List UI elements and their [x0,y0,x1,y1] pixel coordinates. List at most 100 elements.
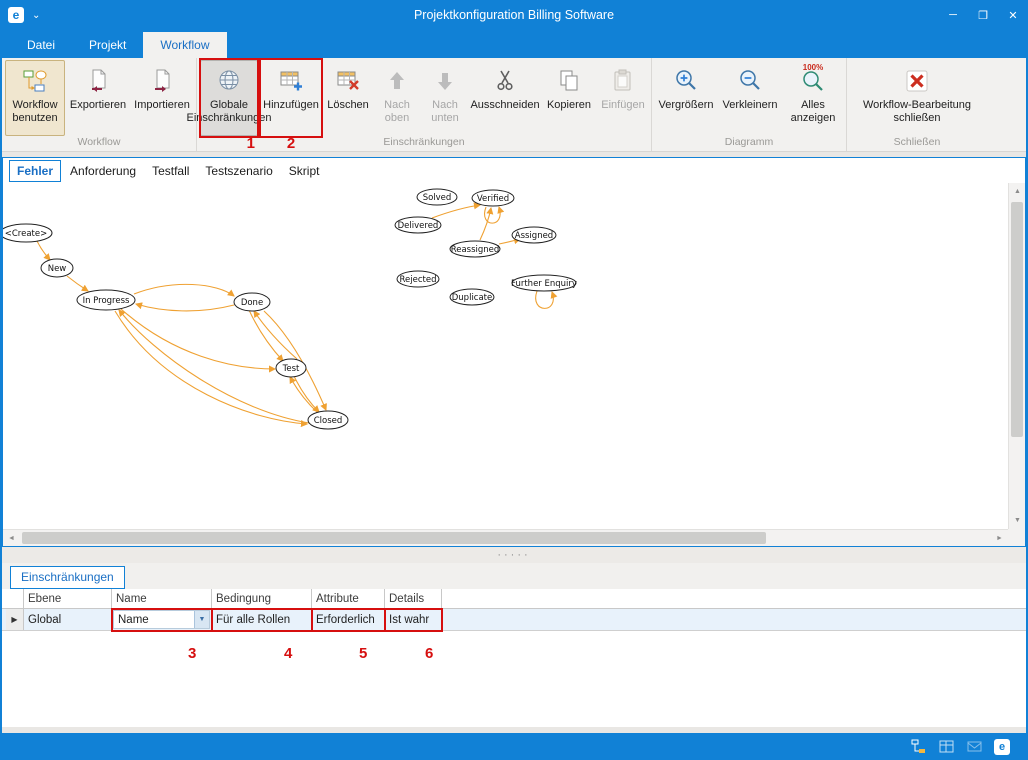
zoom-out-label: Verkleinern [722,99,777,112]
grid-header-name[interactable]: Name [112,589,212,608]
zoom-out-icon [737,65,763,97]
diagram-edge-create-to-new [37,241,50,260]
use-workflow-button[interactable]: Workflow benutzen [5,60,65,136]
scroll-left-icon[interactable]: ◄ [3,530,20,547]
global-constraints-button[interactable]: 1 Globale Einschränkungen [200,60,258,136]
horizontal-scroll-thumb[interactable] [22,532,766,544]
copy-button[interactable]: Kopieren [542,60,596,136]
status-diagram-icon[interactable] [910,739,926,755]
quick-access-chevron-icon[interactable]: ⌄ [32,10,40,21]
zoom-all-button[interactable]: 100% Alles anzeigen [783,60,843,136]
import-button[interactable]: Importieren [131,60,193,136]
horizontal-scrollbar[interactable]: ◄ ► [3,529,1008,546]
diagram-node-create[interactable]: <Create> [3,224,52,242]
svg-text:Assigned: Assigned [515,231,553,241]
add-constraint-button[interactable]: 2 Hinzufügen [260,60,322,136]
grid-header-ebene[interactable]: Ebene [24,589,112,608]
diagram-node-solved[interactable]: Solved [417,189,457,205]
cell-attribute[interactable]: Erforderlich [312,609,385,630]
zoom-in-button[interactable]: Vergrößern [655,60,717,136]
svg-text:Further Enquiry: Further Enquiry [511,279,577,289]
diagram-node-further-enquiry[interactable]: Further Enquiry [511,275,577,291]
doc-tab-testfall[interactable]: Testfall [145,161,196,181]
ribbon-tab-row: Datei Projekt Workflow [0,30,1028,58]
close-workflow-editing-button[interactable]: Workflow-Bearbeitung schließen [850,60,984,136]
doc-tab-fehler[interactable]: Fehler [9,160,61,182]
status-app-logo-icon[interactable]: e [994,739,1010,755]
diagram-node-verified[interactable]: Verified [472,190,514,206]
tab-einschraenkungen[interactable]: Einschränkungen [10,566,125,589]
diagram-node-new[interactable]: New [41,259,73,277]
group-label-constraints: Einschränkungen [199,136,649,151]
svg-text:Test: Test [282,364,300,374]
doc-tab-skript[interactable]: Skript [282,161,327,181]
cut-button[interactable]: Ausschneiden [470,60,540,136]
close-button[interactable]: ✕ [998,0,1028,30]
use-workflow-label: Workflow benutzen [7,99,63,124]
cell-ebene[interactable]: Global [24,609,112,630]
scroll-down-icon[interactable]: ▼ [1009,512,1026,529]
row-selector-icon[interactable]: ▶ [6,609,24,630]
workflow-diagram-icon [22,65,48,97]
red-x-icon [904,65,930,97]
diagram-node-reassigned[interactable]: Reassigned [450,241,500,257]
svg-text:Closed: Closed [314,416,343,426]
scroll-right-icon[interactable]: ► [991,530,1008,547]
splitter-grip-icon: ····· [497,552,530,558]
cell-details[interactable]: Ist wahr [385,609,442,630]
tab-workflow[interactable]: Workflow [143,32,226,58]
diagram-node-test[interactable]: Test [276,359,306,377]
status-logo-letter: e [999,741,1005,753]
diagram-edge-new-to-in-progress [67,276,88,291]
ribbon-group-constraints: 1 Globale Einschränkungen 2 Hinzufügen [197,58,652,151]
globe-icon [216,65,242,97]
workflow-diagram-canvas[interactable]: <Create> New In Progress Done Test Closed Solv… [3,183,1008,529]
export-button[interactable]: Exportieren [67,60,129,136]
diagram-node-rejected[interactable]: Rejected [397,271,439,287]
tab-datei[interactable]: Datei [10,32,72,58]
tab-projekt[interactable]: Projekt [72,32,143,58]
diagram-node-done[interactable]: Done [234,293,270,311]
app-window: e ⌄ Projektkonfiguration Billing Softwar… [0,0,1028,760]
svg-text:Done: Done [241,298,263,308]
copy-icon [556,65,582,97]
zoom-in-icon [673,65,699,97]
zoom-all-icon: 100% [800,65,826,97]
name-dropdown[interactable]: Name ▼ [113,610,210,629]
diagram-node-delivered[interactable]: Delivered [395,217,441,233]
ribbon-group-workflow: Workflow benutzen Exportieren Importiere… [2,58,197,151]
grid-row-global[interactable]: ▶ Global Name ▼ Für alle Rollen Erforder… [2,609,1026,631]
diagram-edge-in-progress-to-test [121,309,275,369]
doc-tab-testszenario[interactable]: Testszenario [198,161,279,181]
zoom-out-button[interactable]: Verkleinern [719,60,781,136]
diagram-node-in-progress[interactable]: In Progress [77,290,135,310]
grid-header-details[interactable]: Details [385,589,442,608]
diagram-edge-reassigned-to-verified [480,208,491,240]
dropdown-chevron-icon[interactable]: ▼ [194,611,209,628]
scroll-up-icon[interactable]: ▲ [1009,183,1026,200]
minimize-button[interactable]: ─ [938,0,968,30]
status-table-icon[interactable] [938,739,954,755]
svg-text:In Progress: In Progress [83,296,130,306]
ribbon-group-close: Workflow-Bearbeitung schließen Schließen [847,58,987,151]
panel-splitter[interactable]: ····· [2,547,1026,563]
status-mail-icon[interactable] [966,739,982,755]
grid-header-bedingung[interactable]: Bedingung [212,589,312,608]
cell-name[interactable]: Name ▼ [112,609,212,630]
diagram-edge-done-to-in-progress [136,304,234,311]
arrow-up-icon [384,65,410,97]
delete-constraint-label: Löschen [327,99,369,112]
grid-header-attribute[interactable]: Attribute [312,589,385,608]
name-dropdown-value: Name [114,614,194,626]
diagram-node-closed[interactable]: Closed [308,411,348,429]
maximize-button[interactable]: ❐ [968,0,998,30]
vertical-scroll-thumb[interactable] [1011,202,1023,437]
diagram-node-duplicate[interactable]: Duplicate [450,289,494,305]
diagram-node-assigned[interactable]: Assigned [512,227,556,243]
vertical-scrollbar[interactable]: ▲ ▼ [1008,183,1025,529]
delete-constraint-button[interactable]: Löschen [324,60,372,136]
svg-text:Delivered: Delivered [398,221,439,231]
doc-tab-anforderung[interactable]: Anforderung [63,161,143,181]
svg-text:<Create>: <Create> [5,229,48,239]
cell-bedingung[interactable]: Für alle Rollen [212,609,312,630]
